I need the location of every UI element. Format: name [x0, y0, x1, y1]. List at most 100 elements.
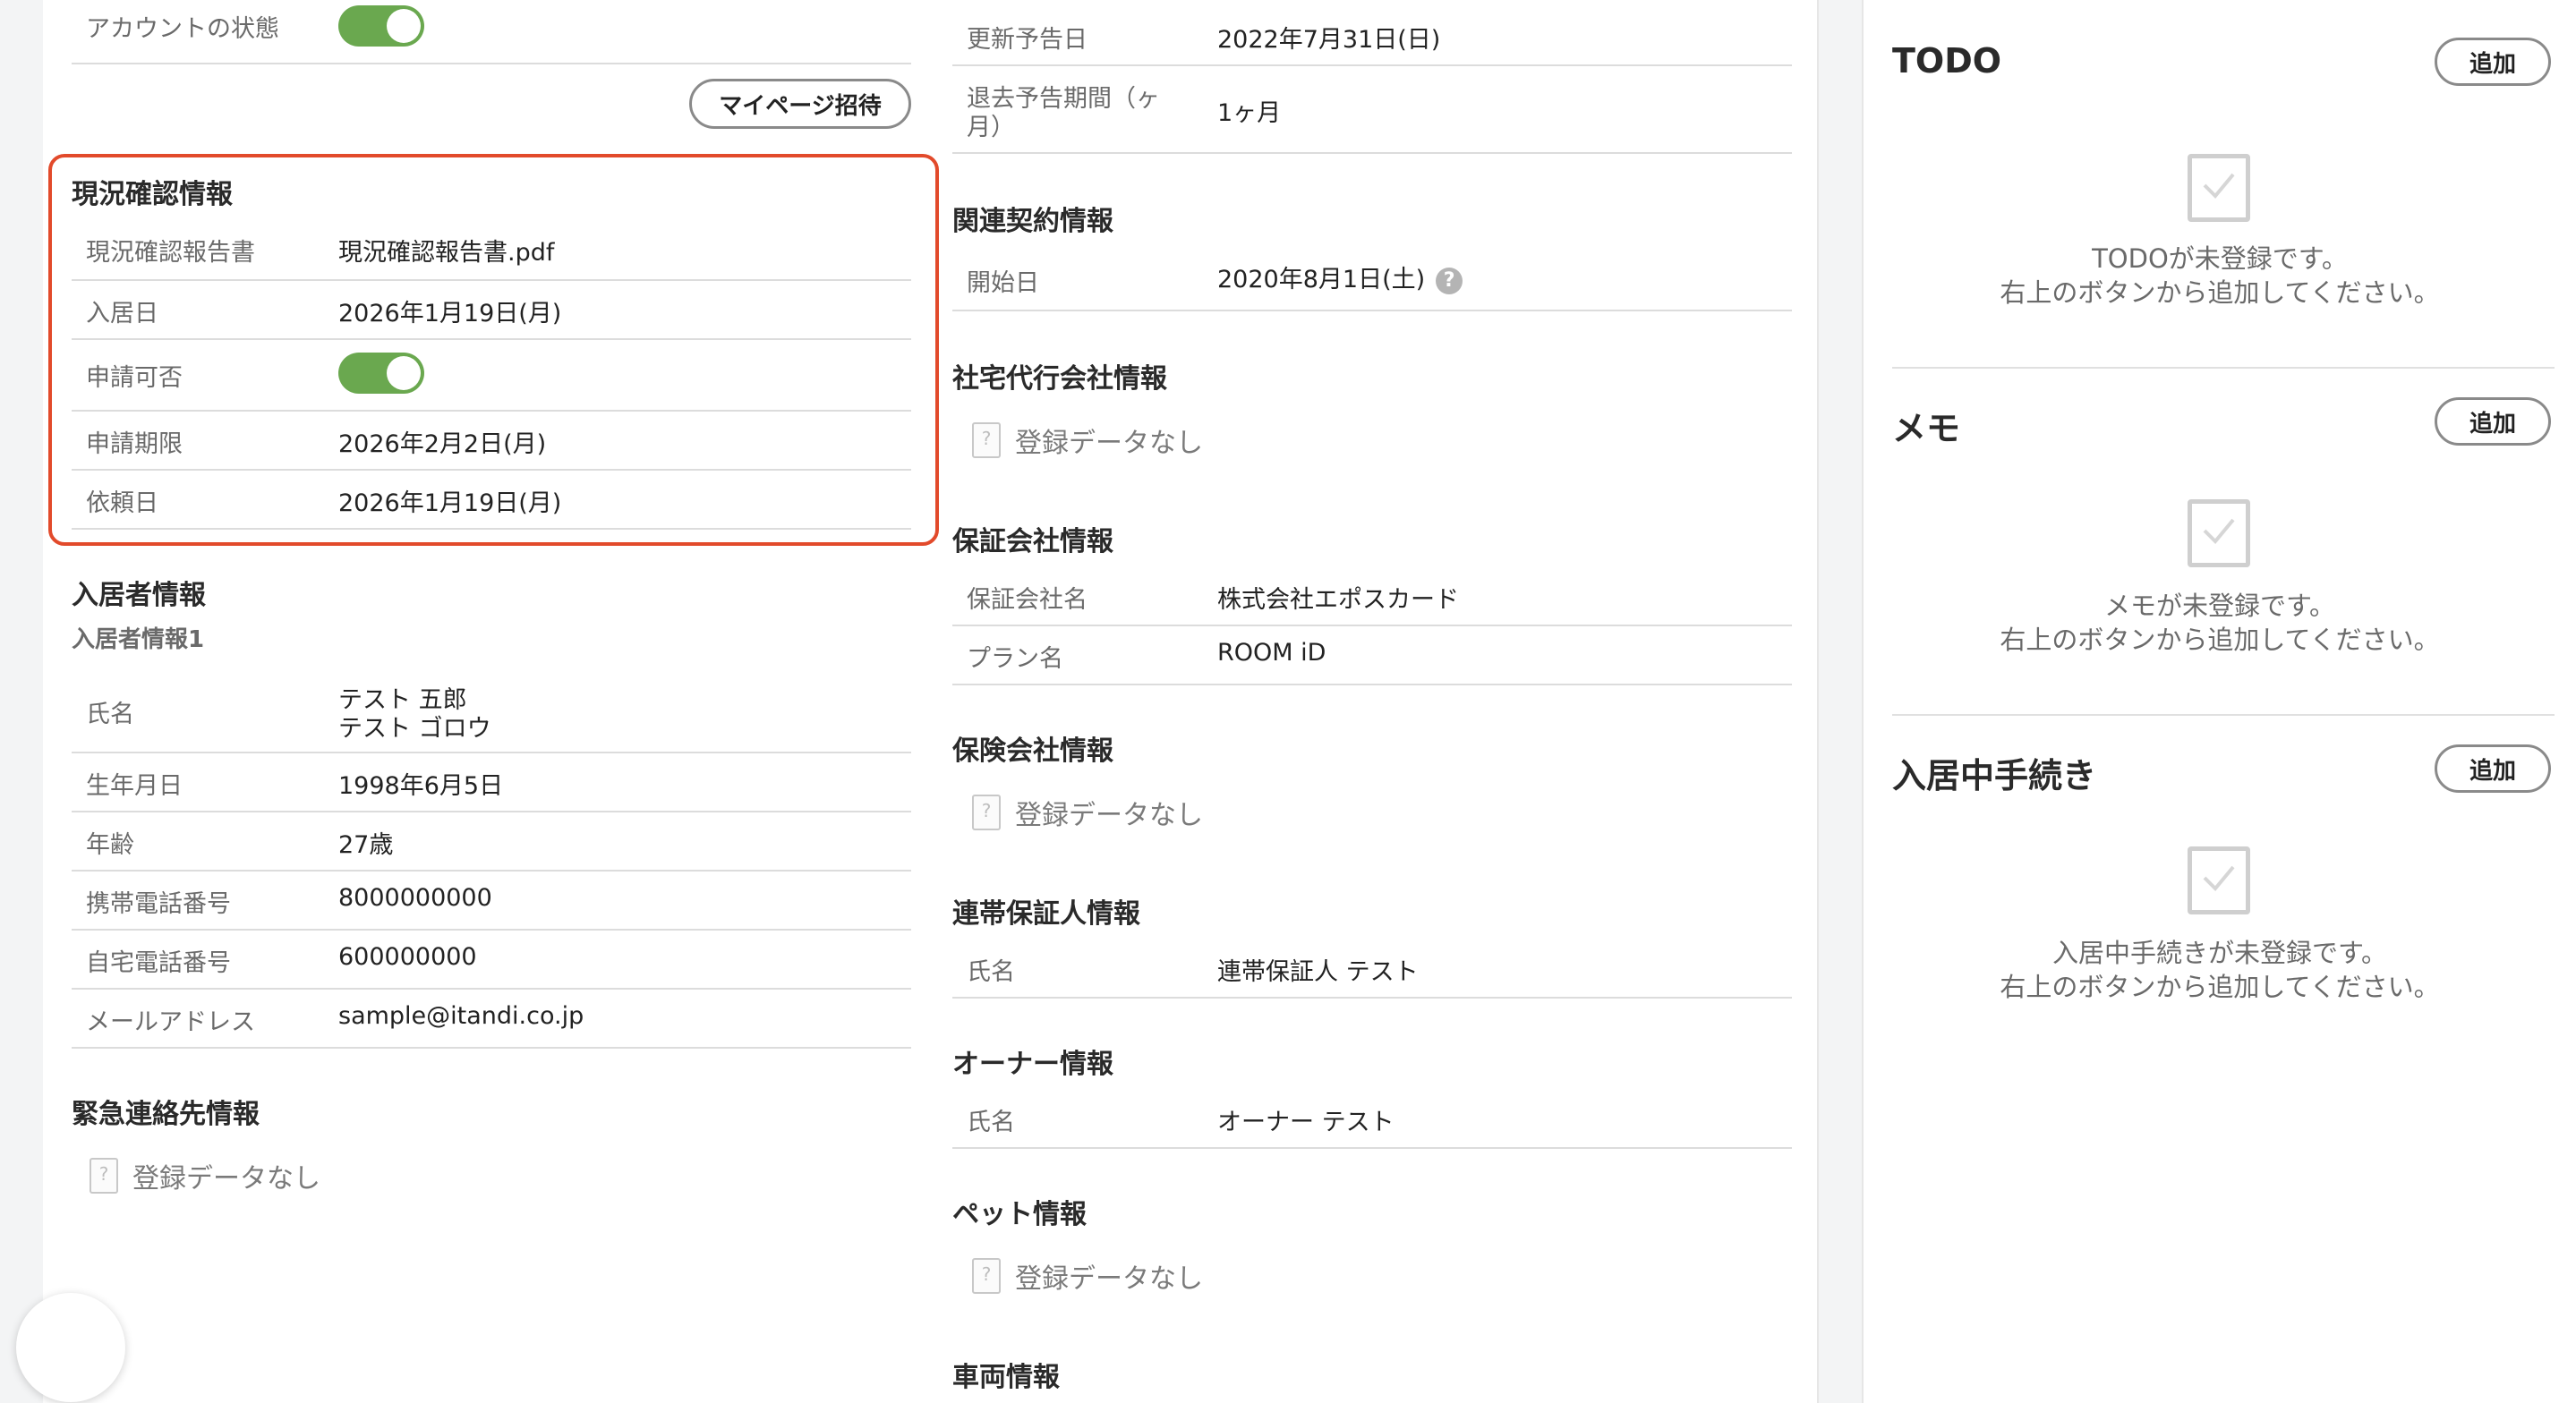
procedure-add-button[interactable]: 追加: [2435, 744, 2551, 793]
mypage-invite-button[interactable]: マイページ招待: [689, 79, 911, 129]
pet-title: ペット情報: [952, 1199, 1087, 1230]
joint-guarantor-title: 連帯保証人情報: [952, 898, 1140, 930]
no-data-document-icon: [972, 1258, 1001, 1294]
account-status-row: アカウントの状態: [72, 0, 911, 64]
contract-start-row: 開始日 2020年8月1日(土)?: [952, 247, 1792, 311]
age-row: 年齢 27歳: [72, 812, 911, 872]
memo-empty-line1: メモが未登録です。: [2103, 591, 2336, 621]
home-phone-label: 自宅電話番号: [86, 949, 231, 977]
move-in-value: 2026年1月19日(月): [338, 300, 562, 327]
guarantee-title: 保証会社情報: [952, 526, 1113, 557]
mobile-value: 8000000000: [338, 884, 492, 912]
help-icon[interactable]: ?: [1436, 267, 1463, 294]
account-status-toggle[interactable]: [338, 5, 424, 47]
procedure-check-icon: [2188, 846, 2250, 914]
deadline-value: 2026年2月2日(月): [338, 430, 547, 458]
memo-check-icon: [2188, 499, 2250, 567]
mobile-label: 携帯電話番号: [86, 890, 231, 918]
joint-guarantor-name-row: 氏名 連帯保証人 テスト: [952, 940, 1792, 999]
procedure-empty-line1: 入居中手続きが未登録です。: [2051, 938, 2388, 968]
emergency-empty: 登録データなし: [90, 1156, 320, 1195]
owner-name-row: 氏名 オーナー テスト: [952, 1090, 1792, 1149]
guarantee-plan-value: ROOM iD: [1217, 639, 1326, 667]
application-row: 申請可否: [72, 340, 911, 412]
request-date-row: 依頼日 2026年1月19日(月): [72, 471, 911, 530]
leave-notice-value: 1ヶ月: [1217, 99, 1282, 127]
guarantee-company-label: 保証会社名: [967, 586, 1088, 614]
status-report-link[interactable]: 現況確認報告書.pdf: [338, 233, 554, 268]
todo-empty-line1: TODOが未登録です。: [2092, 243, 2348, 274]
todo-empty-line2: 右上のボタンから追加してください。: [2000, 277, 2440, 308]
home-phone-value: 600000000: [338, 943, 477, 971]
pet-empty: 登録データなし: [972, 1256, 1203, 1296]
no-data-document-icon: [90, 1158, 118, 1194]
resident-title: 入居者情報: [72, 580, 206, 611]
procedure-empty-msg: 入居中手続きが未登録です。 右上のボタンから追加してください。: [1898, 936, 2542, 1004]
procedure-title: 入居中手続き: [1892, 756, 2097, 795]
floating-action-button[interactable]: [16, 1293, 125, 1402]
insurance-empty-text: 登録データなし: [1015, 800, 1203, 831]
age-label: 年齢: [86, 831, 134, 859]
age-value: 27歳: [338, 831, 394, 859]
emergency-title: 緊急連絡先情報: [72, 1099, 260, 1130]
deadline-label: 申請期限: [86, 430, 183, 458]
home-phone-row: 自宅電話番号 600000000: [72, 931, 911, 990]
email-label: メールアドレス: [86, 1008, 255, 1036]
memo-empty-msg: メモが未登録です。 右上のボタンから追加してください。: [1898, 589, 2542, 657]
pet-empty-text: 登録データなし: [1015, 1263, 1203, 1295]
birth-value: 1998年6月5日: [338, 772, 504, 800]
status-check-title: 現況確認情報: [72, 179, 233, 210]
birth-label: 生年月日: [86, 772, 183, 800]
email-row: メールアドレス sample@itandi.co.jp: [72, 990, 911, 1049]
status-report-row: 現況確認報告書 現況確認報告書.pdf: [72, 222, 911, 281]
move-in-row: 入居日 2026年1月19日(月): [72, 281, 911, 340]
vehicle-title: 車両情報: [952, 1362, 1060, 1393]
owner-name-value: オーナー テスト: [1217, 1109, 1395, 1136]
memo-title: メモ: [1892, 409, 1961, 448]
renewal-value: 2022年7月31日(日): [1217, 26, 1441, 54]
birth-row: 生年月日 1998年6月5日: [72, 753, 911, 812]
leave-notice-label-line2: 月）: [967, 114, 1015, 141]
todo-empty-msg: TODOが未登録です。 右上のボタンから追加してください。: [1898, 242, 2542, 310]
move-in-label: 入居日: [86, 300, 158, 327]
renewal-label: 更新予告日: [967, 26, 1088, 54]
insurance-empty: 登録データなし: [972, 793, 1203, 832]
guarantee-plan-label: プラン名: [967, 645, 1063, 673]
application-label: 申請可否: [86, 364, 183, 392]
account-status-label: アカウントの状態: [86, 15, 279, 43]
divider: [1892, 367, 2555, 369]
company-housing-empty-text: 登録データなし: [1015, 428, 1203, 459]
resident-subtitle: 入居者情報1: [72, 626, 205, 653]
emergency-empty-text: 登録データなし: [132, 1163, 320, 1195]
insurance-title: 保険会社情報: [952, 736, 1113, 767]
divider: [1892, 714, 2555, 716]
todo-add-button[interactable]: 追加: [2435, 38, 2551, 86]
renewal-row: 更新予告日 2022年7月31日(日): [952, 0, 1792, 66]
application-toggle[interactable]: [338, 353, 424, 394]
contract-start-label: 開始日: [967, 269, 1039, 297]
contract-start-date: 2020年8月1日(土): [1217, 266, 1426, 293]
owner-title: オーナー情報: [952, 1049, 1113, 1080]
no-data-document-icon: [972, 422, 1001, 458]
memo-add-button[interactable]: 追加: [2435, 397, 2551, 446]
company-housing-empty: 登録データなし: [972, 421, 1203, 460]
joint-guarantor-name-label: 氏名: [967, 958, 1015, 986]
joint-guarantor-name-value: 連帯保証人 テスト: [1217, 958, 1419, 986]
todo-title: TODO: [1892, 41, 2002, 81]
resident-name-label: 氏名: [86, 701, 134, 728]
request-date-label: 依頼日: [86, 489, 158, 517]
todo-check-icon: [2188, 154, 2250, 222]
company-housing-title: 社宅代行会社情報: [952, 363, 1167, 395]
memo-empty-line2: 右上のボタンから追加してください。: [2000, 625, 2440, 655]
status-report-label: 現況確認報告書: [86, 239, 255, 267]
guarantee-plan-row: プラン名 ROOM iD: [952, 626, 1792, 685]
mobile-row: 携帯電話番号 8000000000: [72, 872, 911, 931]
procedure-empty-line2: 右上のボタンから追加してください。: [2000, 972, 2440, 1002]
email-value: sample@itandi.co.jp: [338, 1002, 584, 1030]
request-date-value: 2026年1月19日(月): [338, 489, 562, 517]
owner-name-label: 氏名: [967, 1109, 1015, 1136]
guarantee-company-value: 株式会社エポスカード: [1217, 586, 1459, 614]
related-contract-title: 関連契約情報: [952, 206, 1113, 237]
leave-notice-row: 退去予告期間（ヶ 月） 1ヶ月: [952, 66, 1792, 154]
resident-name-kana: テスト ゴロウ: [338, 715, 491, 743]
